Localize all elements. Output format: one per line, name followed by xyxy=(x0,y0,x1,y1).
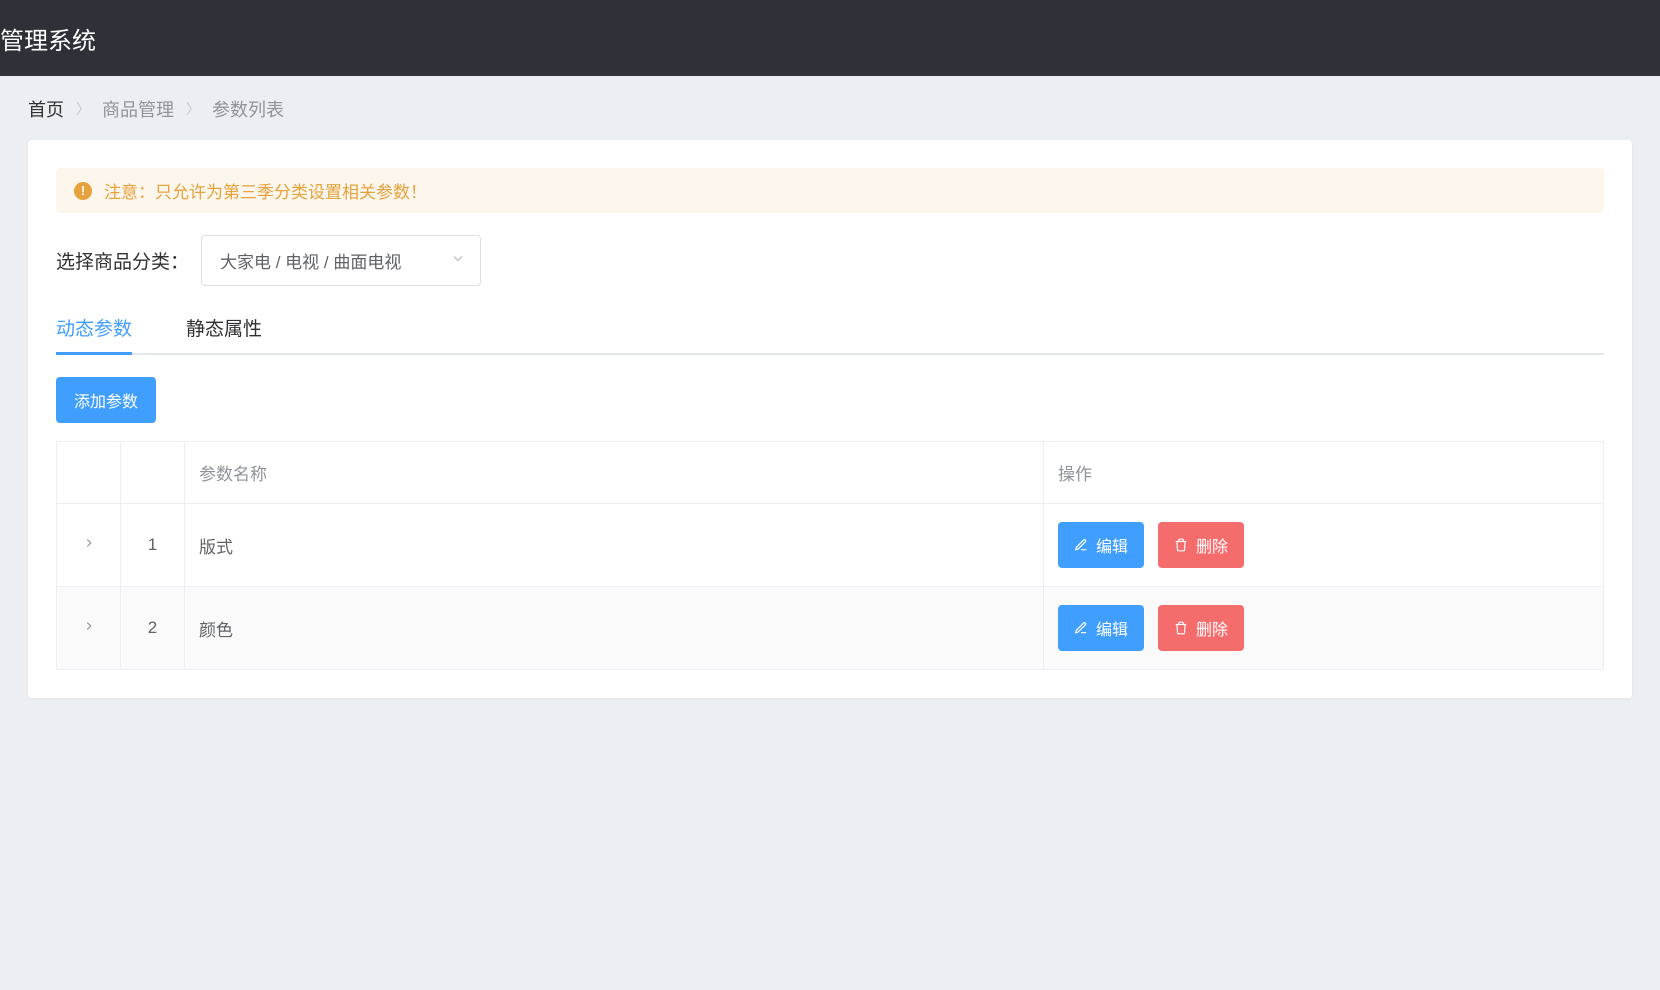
breadcrumb: 首页 〉 商品管理 〉 参数列表 xyxy=(28,96,1632,122)
trash-icon xyxy=(1174,621,1188,635)
table-header-index xyxy=(121,442,185,504)
tab-static-attrs[interactable]: 静态属性 xyxy=(186,314,262,355)
table-header-row: 参数名称 操作 xyxy=(57,442,1604,504)
breadcrumb-home[interactable]: 首页 xyxy=(28,96,64,122)
delete-button[interactable]: 删除 xyxy=(1158,522,1244,568)
edit-button[interactable]: 编辑 xyxy=(1058,522,1144,568)
warning-alert: ! 注意：只允许为第三季分类设置相关参数！ xyxy=(56,168,1604,213)
chevron-right-icon: 〉 xyxy=(186,99,200,119)
row-index: 1 xyxy=(121,504,185,587)
edit-button[interactable]: 编辑 xyxy=(1058,605,1144,651)
app-header: 管理系统 xyxy=(0,0,1660,76)
warning-text: 注意：只允许为第三季分类设置相关参数！ xyxy=(104,178,427,203)
chevron-right-icon: 〉 xyxy=(76,99,90,119)
edit-button-label: 编辑 xyxy=(1096,533,1128,557)
edit-icon xyxy=(1074,621,1088,635)
category-select-label: 选择商品分类： xyxy=(56,247,189,274)
delete-button-label: 删除 xyxy=(1196,616,1228,640)
row-actions: 编辑 删除 xyxy=(1058,605,1589,651)
category-cascader[interactable]: 大家电 / 电视 / 曲面电视 xyxy=(201,235,481,286)
table-header-name: 参数名称 xyxy=(185,442,1044,504)
expand-row-icon[interactable] xyxy=(82,618,96,638)
param-table: 参数名称 操作 1 版式 xyxy=(56,441,1604,670)
cascader-value: 大家电 / 电视 / 曲面电视 xyxy=(220,248,401,273)
edit-icon xyxy=(1074,538,1088,552)
table-row: 1 版式 编辑 删除 xyxy=(57,504,1604,587)
app-title: 管理系统 xyxy=(0,21,96,56)
add-param-button[interactable]: 添加参数 xyxy=(56,377,156,423)
breadcrumb-category[interactable]: 商品管理 xyxy=(102,96,174,122)
row-index: 2 xyxy=(121,587,185,670)
warning-icon: ! xyxy=(74,182,92,200)
delete-button-label: 删除 xyxy=(1196,533,1228,557)
expand-row-icon[interactable] xyxy=(82,535,96,555)
tabs: 动态参数 静态属性 xyxy=(56,314,1604,355)
tab-dynamic-params[interactable]: 动态参数 xyxy=(56,314,132,355)
edit-button-label: 编辑 xyxy=(1096,616,1128,640)
page-content: 首页 〉 商品管理 〉 参数列表 ! 注意：只允许为第三季分类设置相关参数！ 选… xyxy=(0,76,1660,718)
row-name: 颜色 xyxy=(185,587,1044,670)
row-actions: 编辑 删除 xyxy=(1058,522,1589,568)
row-name: 版式 xyxy=(185,504,1044,587)
delete-button[interactable]: 删除 xyxy=(1158,605,1244,651)
trash-icon xyxy=(1174,538,1188,552)
table-header-actions: 操作 xyxy=(1044,442,1604,504)
table-header-expand xyxy=(57,442,121,504)
main-card: ! 注意：只允许为第三季分类设置相关参数！ 选择商品分类： 大家电 / 电视 /… xyxy=(28,140,1632,698)
table-row: 2 颜色 编辑 删除 xyxy=(57,587,1604,670)
chevron-down-icon xyxy=(450,250,466,271)
category-select-row: 选择商品分类： 大家电 / 电视 / 曲面电视 xyxy=(56,235,1604,286)
breadcrumb-page: 参数列表 xyxy=(212,96,284,122)
